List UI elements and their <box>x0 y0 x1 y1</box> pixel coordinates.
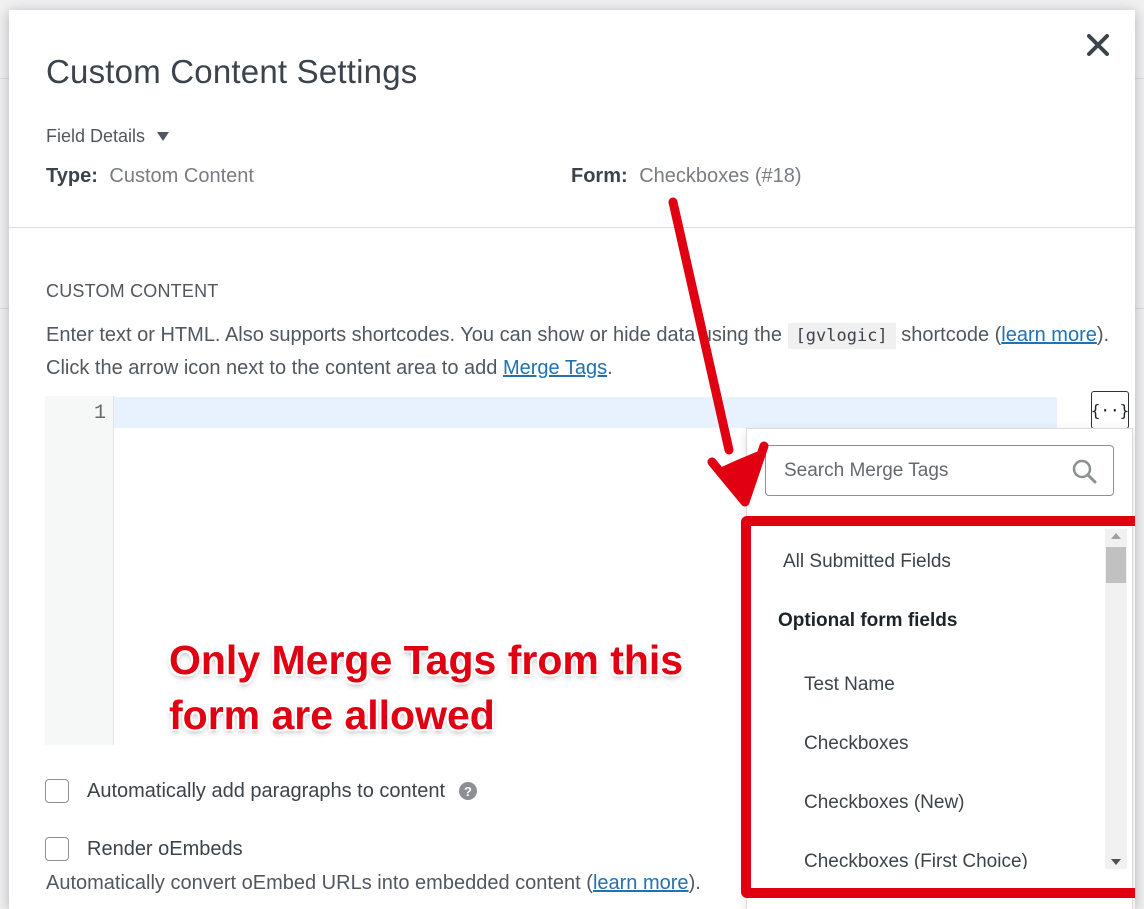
oembed-desc-text: ). <box>688 872 701 894</box>
close-button[interactable] <box>1081 28 1115 62</box>
modal-title: Custom Content Settings <box>46 53 418 90</box>
scroll-down-arrow-icon[interactable] <box>1111 859 1121 865</box>
field-details-toggle[interactable]: Field Details <box>46 126 170 147</box>
oembed-desc-text: Automatically convert oEmbed URLs into e… <box>46 872 593 894</box>
oembed-description: Automatically convert oEmbed URLs into e… <box>46 872 701 895</box>
desc-text: shortcode ( <box>895 324 1002 346</box>
help-icon[interactable]: ? <box>459 782 477 800</box>
close-icon <box>1087 34 1109 56</box>
merge-tag-item[interactable]: Checkboxes (First Choice) <box>804 851 1028 869</box>
merge-tags-button[interactable]: {··} <box>1091 391 1129 429</box>
render-oembeds-label: Render oEmbeds <box>87 837 243 860</box>
auto-paragraphs-checkbox[interactable] <box>45 779 69 803</box>
render-oembeds-option: Render oEmbeds <box>45 837 243 861</box>
bg-divider <box>0 308 9 309</box>
scrollbar-thumb[interactable] <box>1106 547 1126 583</box>
scroll-up-arrow-icon[interactable] <box>1111 533 1121 539</box>
desc-text: Enter text or HTML. Also supports shortc… <box>46 324 788 346</box>
custom-content-settings-modal: Custom Content Settings Field Details Ty… <box>9 10 1135 909</box>
desc-text: . <box>607 357 613 379</box>
render-oembeds-checkbox[interactable] <box>45 837 69 861</box>
editor-active-line[interactable] <box>114 397 1057 428</box>
custom-content-heading: CUSTOM CONTENT <box>46 281 219 301</box>
bg-divider <box>0 78 9 79</box>
merge-tag-item[interactable]: Test Name <box>804 674 895 696</box>
bg-divider <box>1135 308 1144 309</box>
line-number: 1 <box>93 402 106 425</box>
field-type: Type: Custom Content <box>46 165 254 188</box>
merge-tag-item[interactable]: Checkboxes (New) <box>804 792 965 814</box>
annotation-callout: Only Merge Tags from this form are allow… <box>169 637 684 738</box>
form-label: Form: <box>571 165 628 187</box>
merge-tags-link[interactable]: Merge Tags <box>503 357 607 379</box>
merge-tag-all-submitted[interactable]: All Submitted Fields <box>783 551 951 573</box>
search-icon[interactable] <box>1069 456 1099 486</box>
editor-gutter: 1 <box>45 396 114 745</box>
triangle-down-icon <box>157 132 170 141</box>
field-form: Form: Checkboxes (#18) <box>571 165 802 188</box>
merge-tag-group-heading: Optional form fields <box>778 610 958 631</box>
type-value: Custom Content <box>109 165 254 187</box>
merge-tags-list: All Submitted Fields Optional form field… <box>747 529 1105 869</box>
merge-tags-search-input[interactable] <box>766 445 1069 496</box>
list-scrollbar[interactable] <box>1105 529 1127 869</box>
form-value: Checkboxes (#18) <box>639 165 802 187</box>
learn-more-link[interactable]: learn more <box>1001 324 1097 346</box>
merge-tags-search <box>765 445 1114 496</box>
custom-content-description: Enter text or HTML. Also supports shortc… <box>46 319 1121 384</box>
field-details-label: Field Details <box>46 126 146 146</box>
auto-paragraphs-label: Automatically add paragraphs to content <box>87 779 445 802</box>
bg-divider <box>1135 78 1144 79</box>
auto-paragraphs-option: Automatically add paragraphs to content … <box>45 779 477 803</box>
oembed-learn-more-link[interactable]: learn more <box>593 872 689 894</box>
gvlogic-code: [gvlogic] <box>787 323 896 349</box>
merge-tags-dropdown: All Submitted Fields Optional form field… <box>746 428 1133 909</box>
section-divider <box>9 227 1135 228</box>
merge-tag-item[interactable]: Checkboxes <box>804 733 909 755</box>
type-label: Type: <box>46 165 98 187</box>
